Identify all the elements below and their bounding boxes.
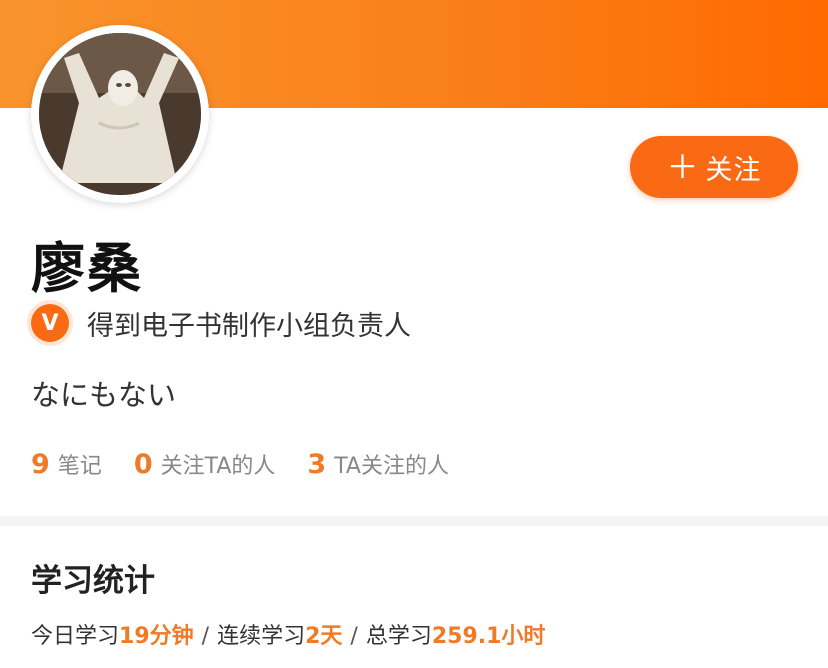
stat-following-label: TA关注的人 xyxy=(334,454,449,479)
avatar[interactable] xyxy=(31,25,209,203)
today-study-label: 今日学习 xyxy=(31,624,120,649)
verification-row: V 得到电子书制作小组负责人 xyxy=(31,303,411,343)
follow-button-label: 关注 xyxy=(705,154,762,186)
verification-title: 得到电子书制作小组负责人 xyxy=(87,310,411,342)
stat-following[interactable]: 3 TA关注的人 xyxy=(307,448,449,480)
stat-notes-count: 9 xyxy=(31,449,50,480)
verified-v-badge-icon: V xyxy=(31,304,69,342)
stat-following-count: 3 xyxy=(307,449,327,480)
follow-button[interactable]: ＋ 关注 xyxy=(630,136,798,198)
streak-label: 连续学习 xyxy=(217,624,306,649)
total-study-label: 总学习 xyxy=(365,624,432,649)
stat-notes-label: 笔记 xyxy=(57,454,102,479)
stat-followers-count: 0 xyxy=(133,449,153,480)
study-stats-line: 今日学习19分钟 / 连续学习2天 / 总学习259.1小时 xyxy=(31,618,545,650)
section-divider xyxy=(0,516,828,526)
stats-row: 9 笔记 0 关注TA的人 3 TA关注的人 xyxy=(31,448,481,488)
profile-bio: なにもない xyxy=(31,378,177,412)
separator: / xyxy=(350,624,358,649)
stat-followers[interactable]: 0 关注TA的人 xyxy=(134,448,276,480)
avatar-image xyxy=(39,33,201,195)
total-study-value: 259.1小时 xyxy=(431,624,546,649)
streak-value: 2天 xyxy=(305,624,343,649)
separator: / xyxy=(201,624,210,649)
profile-name: 廖桑 xyxy=(31,237,143,300)
stat-followers-label: 关注TA的人 xyxy=(160,454,276,479)
plus-icon: ＋ xyxy=(666,148,700,186)
today-study-value: 19分钟 xyxy=(119,624,194,649)
study-stats-title: 学习统计 xyxy=(31,563,155,599)
stat-notes[interactable]: 9 笔记 xyxy=(31,448,102,480)
